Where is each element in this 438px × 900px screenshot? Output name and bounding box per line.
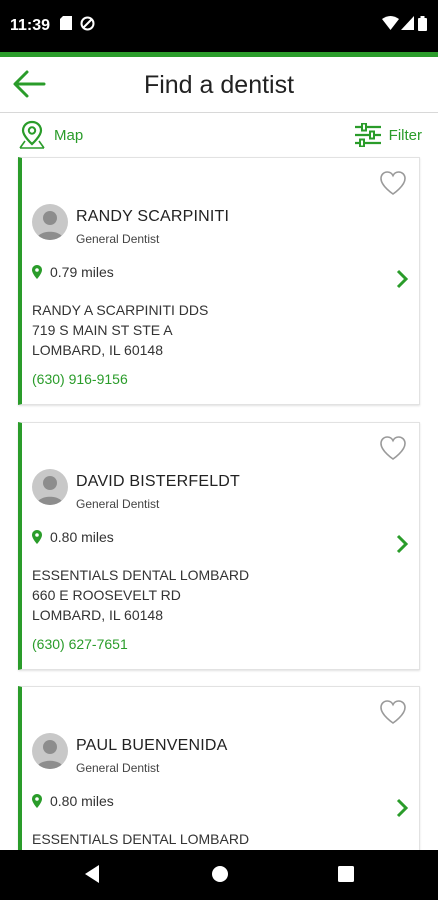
data-saver-icon xyxy=(80,16,95,36)
nav-back-button[interactable] xyxy=(83,864,101,889)
dentist-card[interactable]: RANDY SCARPINITI General Dentist 0.79 mi… xyxy=(18,157,420,405)
filter-label: Filter xyxy=(388,126,422,144)
distance-text: 0.80 miles xyxy=(50,793,114,809)
favorite-heart-icon[interactable] xyxy=(379,435,407,461)
avatar xyxy=(32,733,68,769)
wifi-icon xyxy=(382,16,399,35)
filter-button[interactable]: Filter xyxy=(354,119,422,151)
practice-name: RANDY A SCARPINITI DDS xyxy=(32,302,209,318)
dentist-specialty: General Dentist xyxy=(76,232,160,246)
practice-name: ESSENTIALS DENTAL LOMBARD xyxy=(32,567,250,583)
dentist-card[interactable]: DAVID BISTERFELDT General Dentist 0.80 m… xyxy=(18,422,420,670)
dentist-specialty: General Dentist xyxy=(76,497,160,511)
sim-card-icon xyxy=(60,16,72,35)
dentist-name: PAUL BUENVENIDA xyxy=(76,737,228,754)
location-pin-icon xyxy=(32,530,42,544)
phone-link[interactable]: (630) 916-9156 xyxy=(32,371,128,387)
cell-signal-icon xyxy=(401,16,414,35)
avatar xyxy=(32,469,68,505)
map-pin-icon xyxy=(19,120,45,149)
distance-row: 0.80 miles xyxy=(32,793,114,809)
chevron-right-icon[interactable] xyxy=(395,534,409,554)
nav-recents-button[interactable] xyxy=(337,864,355,889)
person-placeholder-icon xyxy=(36,740,64,769)
person-placeholder-icon xyxy=(36,476,64,505)
status-bar: 11:39 xyxy=(0,0,438,52)
favorite-heart-icon[interactable] xyxy=(379,170,407,196)
distance-row: 0.80 miles xyxy=(32,529,114,545)
address-street: 660 E ROOSEVELT RD xyxy=(32,587,181,603)
location-pin-icon xyxy=(32,265,42,279)
address-city: LOMBARD, IL 60148 xyxy=(32,607,163,623)
system-nav-bar xyxy=(0,850,438,900)
circle-home-icon xyxy=(212,866,228,882)
filter-sliders-icon xyxy=(354,123,381,147)
address-street: 719 S MAIN ST STE A xyxy=(32,322,173,338)
dentist-name: RANDY SCARPINITI xyxy=(76,208,230,225)
map-label: Map xyxy=(54,126,84,144)
avatar xyxy=(32,204,68,240)
address-city: LOMBARD, IL 60148 xyxy=(32,342,163,358)
phone-link[interactable]: (630) 627-7651 xyxy=(32,636,128,652)
app-bar: Find a dentist xyxy=(0,57,438,113)
chevron-right-icon[interactable] xyxy=(395,798,409,818)
distance-text: 0.79 miles xyxy=(50,264,114,280)
status-time: 11:39 xyxy=(10,17,51,34)
page-title: Find a dentist xyxy=(143,71,295,99)
dentist-name: DAVID BISTERFELDT xyxy=(76,473,241,490)
nav-home-button[interactable] xyxy=(210,864,230,889)
distance-row: 0.79 miles xyxy=(32,264,114,280)
practice-name: ESSENTIALS DENTAL LOMBARD xyxy=(32,831,250,847)
person-placeholder-icon xyxy=(36,211,64,240)
square-recents-icon xyxy=(338,866,354,882)
dentist-card[interactable]: PAUL BUENVENIDA General Dentist 0.80 mil… xyxy=(18,686,420,850)
dentist-specialty: General Dentist xyxy=(76,761,160,775)
distance-text: 0.80 miles xyxy=(50,529,114,545)
favorite-heart-icon[interactable] xyxy=(379,699,407,725)
map-button[interactable]: Map xyxy=(18,119,83,151)
location-pin-icon xyxy=(32,794,42,808)
chevron-right-icon[interactable] xyxy=(395,269,409,289)
battery-icon xyxy=(418,16,427,36)
triangle-back-icon xyxy=(85,865,99,883)
dentist-list: RANDY SCARPINITI General Dentist 0.79 mi… xyxy=(0,155,438,850)
list-toolbar: Map Filter xyxy=(0,113,438,155)
